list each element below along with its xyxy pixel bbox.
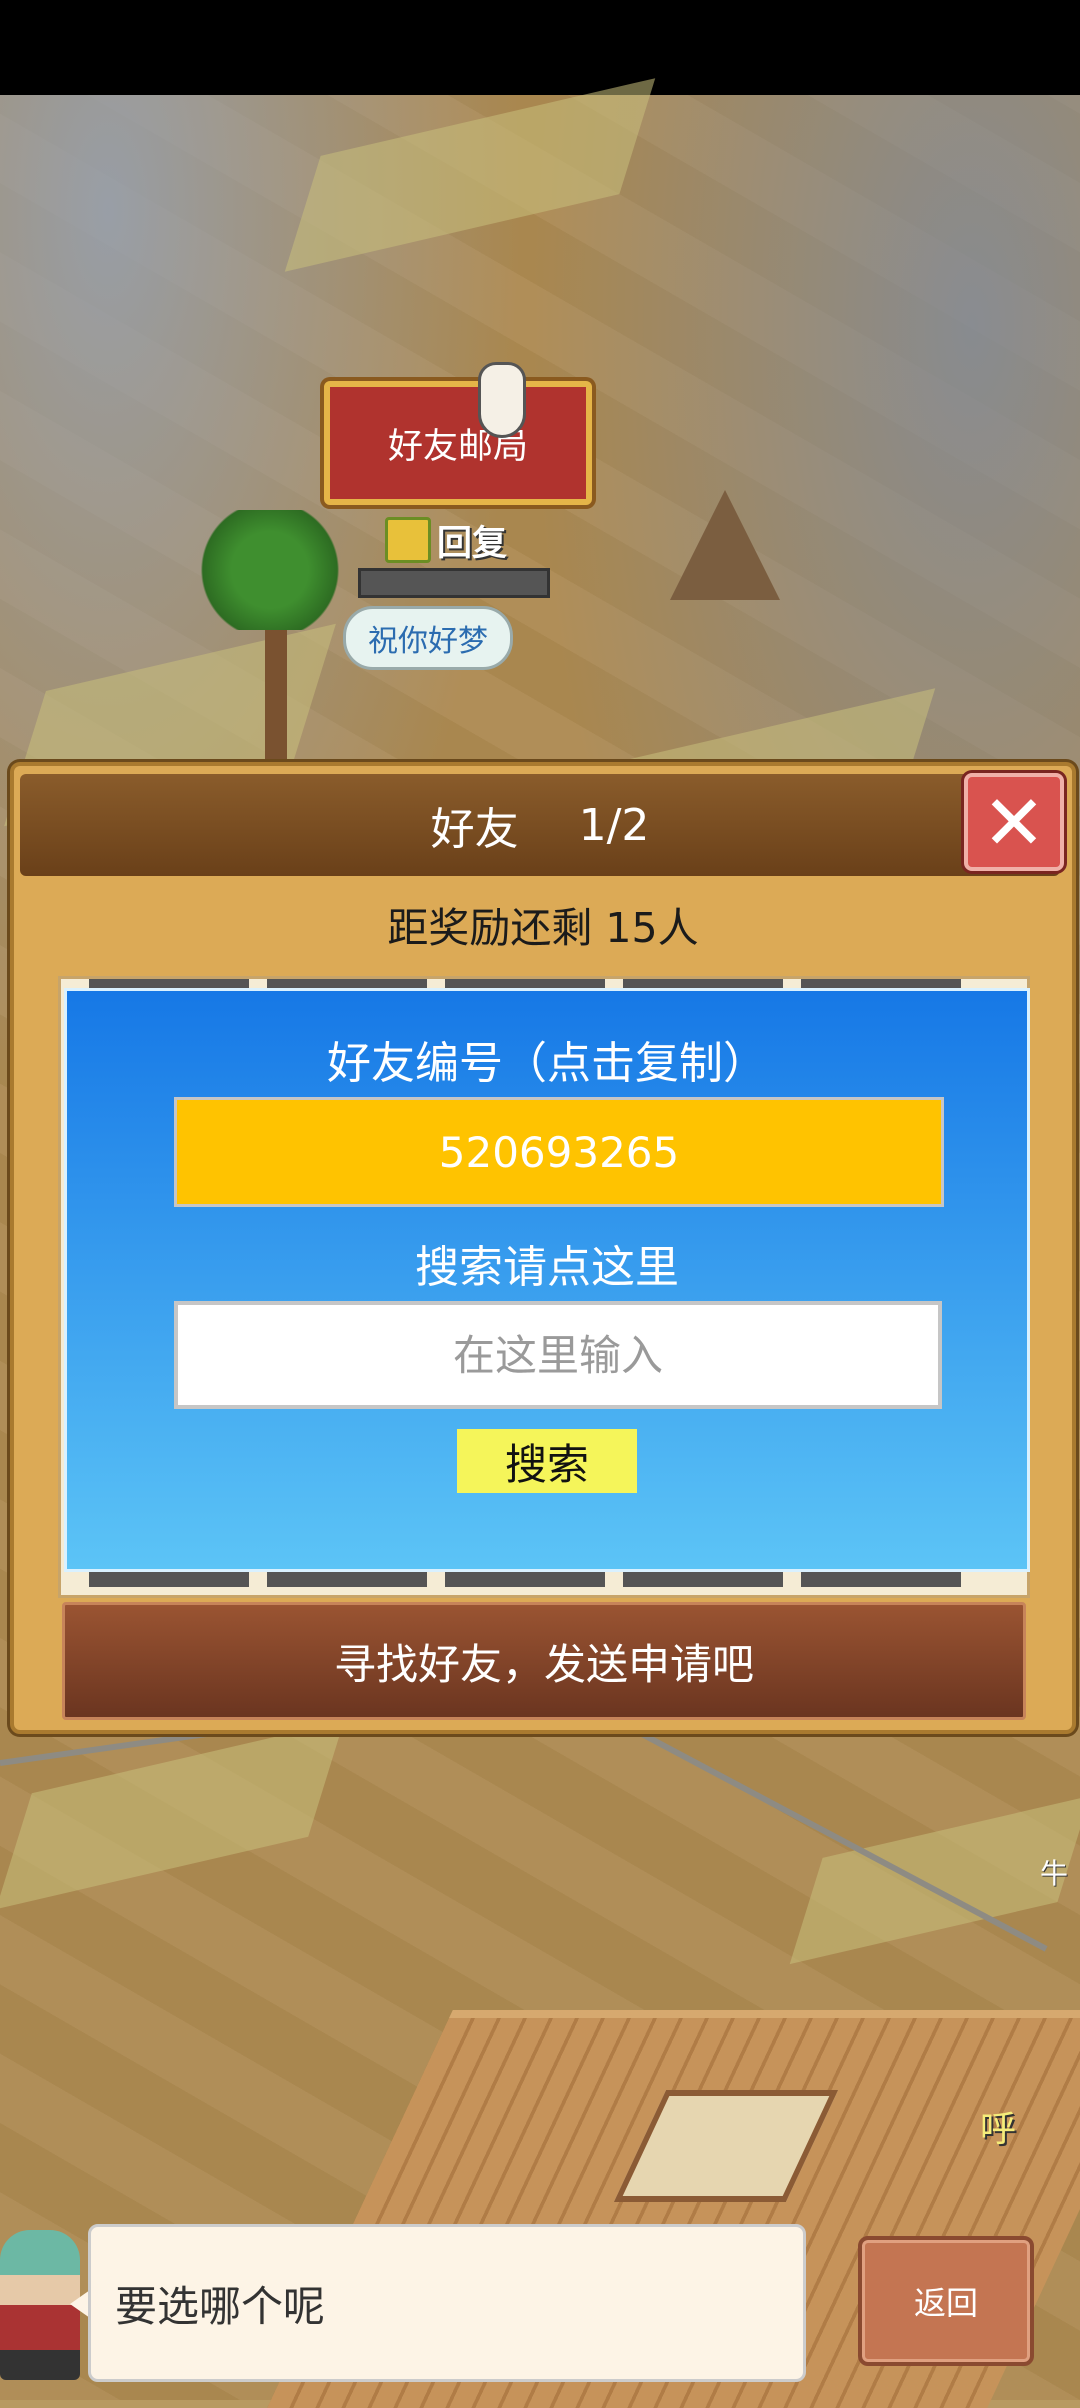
search-input[interactable] — [174, 1301, 942, 1409]
back-button[interactable]: 返回 — [858, 2236, 1034, 2366]
find-friends-label: 寻找好友，发送申请吧 — [333, 1639, 754, 1689]
speech-text: 要选哪个呢 — [115, 2281, 326, 2331]
search-title: 搜索请点这里 — [415, 1242, 679, 1293]
find-friends-button[interactable]: 寻找好友，发送申请吧 — [62, 1602, 1026, 1720]
close-button[interactable]: ✕ — [964, 773, 1064, 871]
status-bar — [0, 0, 1080, 95]
speech-bubble: 要选哪个呢 — [88, 2224, 806, 2382]
character-avatar — [0, 2230, 80, 2380]
friend-id-value: 520693265 — [438, 1127, 680, 1177]
grass-tile — [789, 1795, 1080, 1965]
search-button-label: 搜索 — [504, 1439, 589, 1489]
mountain-icon — [670, 490, 780, 600]
envelope-icon — [385, 517, 431, 563]
dialog-header: 好友 1/2 — [20, 774, 1060, 876]
reward-remaining-text: 距奖励还剩 15人 — [387, 904, 699, 952]
right-edge-glyph: 牛 — [1040, 1857, 1069, 1890]
close-icon: ✕ — [982, 777, 1046, 867]
reply-label: 回复 — [437, 523, 508, 564]
dream-bubble: 祝你好梦 — [343, 606, 513, 670]
speech-tail — [70, 2290, 90, 2318]
post-office-sign[interactable]: 好友邮局 — [324, 381, 592, 505]
reply-indicator[interactable]: 回复 — [385, 515, 507, 565]
hand-pointer-icon — [478, 362, 526, 438]
grass-tile — [0, 1720, 345, 1910]
search-button[interactable]: 搜索 — [457, 1429, 637, 1493]
friend-id-title: 好友编号（点击复制） — [327, 1038, 767, 1089]
grass-tile — [284, 78, 656, 272]
friend-id-copy-button[interactable]: 520693265 — [174, 1097, 944, 1207]
hu-label: 呼 — [980, 2109, 1017, 2150]
friends-dialog: 好友 1/2 ✕ 距奖励还剩 15人 好友编号（点击复制） 520693265 … — [10, 762, 1076, 1734]
building-progress-bar — [358, 568, 550, 598]
dream-bubble-text: 祝你好梦 — [368, 624, 488, 659]
back-button-label: 返回 — [913, 2284, 978, 2322]
dialog-page-indicator: 1/2 — [578, 799, 650, 851]
dialog-title: 好友 — [430, 804, 519, 855]
palm-tree-icon — [195, 510, 345, 630]
friend-search-panel: 好友编号（点击复制） 520693265 搜索请点这里 搜索 — [64, 988, 1030, 1572]
